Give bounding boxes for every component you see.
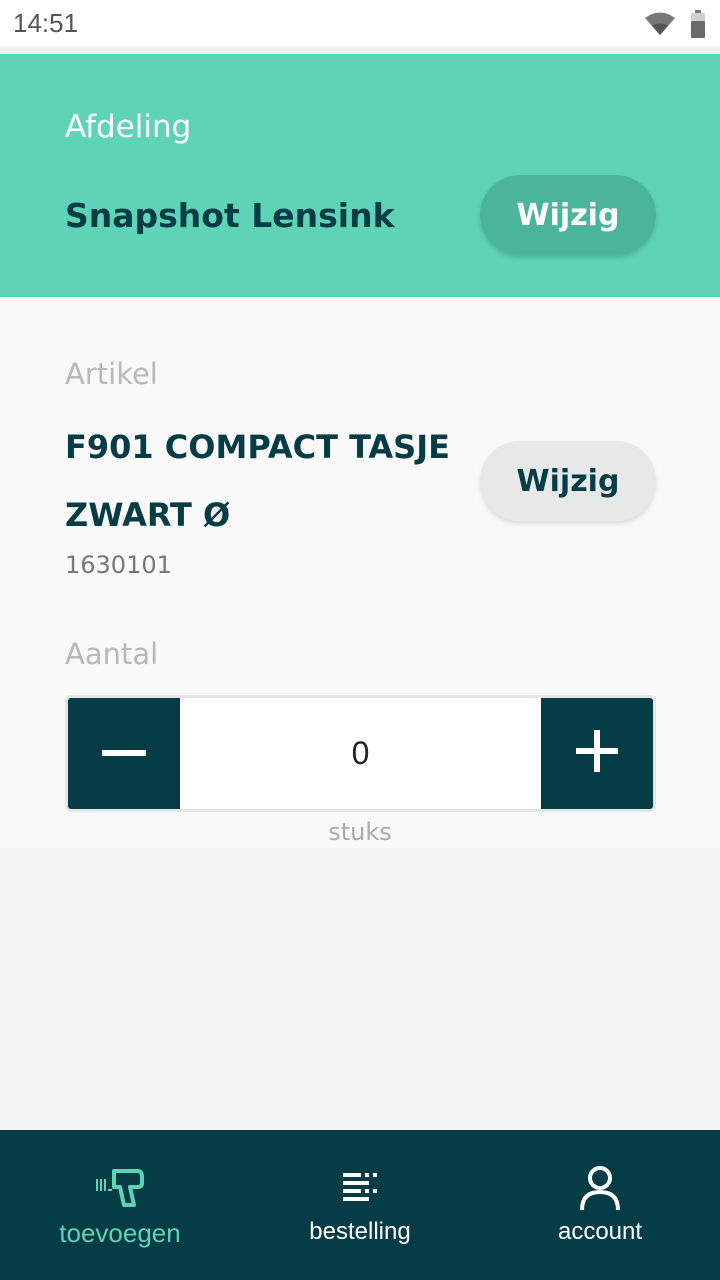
status-icons <box>644 10 706 43</box>
nav-item-toevoegen[interactable]: toevoegen <box>0 1130 240 1280</box>
decrease-quantity-button[interactable] <box>68 698 180 809</box>
status-time: 14:51 <box>13 8 79 38</box>
quantity-label: Aantal <box>65 637 159 671</box>
barcode-scanner-icon <box>0 1164 240 1214</box>
bottom-navigation: toevoegen bestelling account <box>0 1130 720 1280</box>
department-header: Afdeling Snapshot Lensink Wijzig <box>0 54 720 297</box>
minus-icon <box>102 745 146 763</box>
account-icon <box>480 1164 720 1214</box>
plus-icon <box>576 730 618 777</box>
quantity-value[interactable]: 0 <box>180 698 541 809</box>
battery-icon <box>690 10 706 43</box>
wifi-icon <box>644 11 676 42</box>
order-list-icon <box>240 1164 480 1214</box>
nav-item-account[interactable]: account <box>480 1130 720 1280</box>
change-department-button[interactable]: Wijzig <box>480 175 656 255</box>
status-bar: 14:51 <box>0 0 720 50</box>
nav-label-bestelling: bestelling <box>309 1218 411 1245</box>
nav-item-bestelling[interactable]: bestelling <box>240 1130 480 1280</box>
article-card: Artikel F901 COMPACT TASJE ZWART Ø 16301… <box>0 297 720 848</box>
nav-label-account: account <box>557 1218 643 1245</box>
increase-quantity-button[interactable] <box>541 698 653 809</box>
article-code: 1630101 <box>65 551 172 579</box>
department-label: Afdeling <box>65 109 192 145</box>
department-name: Snapshot Lensink <box>65 196 395 235</box>
article-name: F901 COMPACT TASJE ZWART Ø <box>65 428 450 534</box>
change-article-button[interactable]: Wijzig <box>480 441 656 521</box>
quantity-unit: stuks <box>328 818 392 846</box>
quantity-stepper: 0 <box>65 695 656 812</box>
article-label: Artikel <box>65 357 158 391</box>
nav-label-toevoegen: toevoegen <box>59 1218 181 1248</box>
